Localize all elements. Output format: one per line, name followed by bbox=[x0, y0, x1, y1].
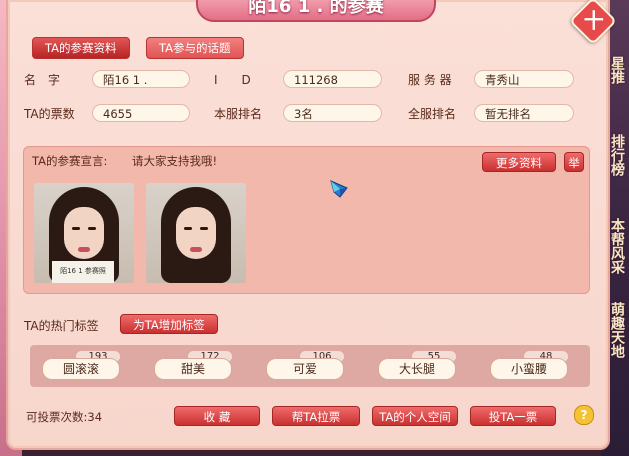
photo-eye bbox=[88, 227, 96, 230]
remaining-votes: 可投票次数:34 bbox=[26, 410, 103, 424]
tag-chip[interactable]: 圆滚滚 bbox=[42, 358, 120, 380]
server-field: 青秀山 bbox=[474, 70, 574, 88]
photo-card: 陌16 1 参赛照 bbox=[52, 261, 114, 283]
tag-chip[interactable]: 甜美 bbox=[154, 358, 232, 380]
help-icon[interactable]: ? bbox=[574, 405, 594, 425]
close-button[interactable]: 十 bbox=[568, 0, 618, 46]
tab-topics[interactable]: TA参与的话题 bbox=[146, 37, 244, 59]
contest-photo-1[interactable]: 陌16 1 参赛照 bbox=[34, 183, 134, 283]
tag-chip[interactable]: 小蛮腰 bbox=[490, 358, 568, 380]
more-info-button[interactable]: 更多资料 bbox=[482, 152, 556, 172]
declaration-label: TA的参赛宣言: bbox=[32, 154, 108, 168]
close-icon: 十 bbox=[583, 8, 604, 33]
gem-cursor-icon bbox=[330, 180, 348, 198]
photo-lip bbox=[190, 247, 202, 252]
add-tag-button[interactable]: 为TA增加标签 bbox=[120, 314, 218, 334]
contest-photo-2[interactable] bbox=[146, 183, 246, 283]
tags-row: 193 圆滚滚 172 甜美 106 可爱 55 大长腿 48 小蛮腰 bbox=[30, 345, 590, 387]
server-label: 服 务 器 bbox=[408, 73, 452, 87]
name-label: 名 字 bbox=[24, 73, 61, 87]
global-rank-label: 全服排名 bbox=[408, 107, 457, 121]
canvass-button[interactable]: 帮TA拉票 bbox=[272, 406, 360, 426]
id-label: I D bbox=[214, 73, 251, 87]
global-rank-field: 暂无排名 bbox=[474, 104, 574, 122]
favorite-button[interactable]: 收 藏 bbox=[174, 406, 260, 426]
tab-contest-profile[interactable]: TA的参赛资料 bbox=[32, 37, 130, 59]
server-rank-label: 本服排名 bbox=[214, 107, 263, 121]
vote-button[interactable]: 投TA一票 bbox=[470, 406, 556, 426]
id-field: 111268 bbox=[283, 70, 382, 88]
photo-eye bbox=[184, 227, 192, 230]
name-field: 陌16 1 . bbox=[92, 70, 190, 88]
photo-eye bbox=[200, 227, 208, 230]
personal-space-button[interactable]: TA的个人空间 bbox=[372, 406, 458, 426]
report-button[interactable]: 举 bbox=[564, 152, 584, 172]
contest-profile-panel: 陌16 1 . 的参赛 十 TA的参赛资料 TA参与的话题 名 字 陌16 1 … bbox=[6, 0, 618, 450]
votes-field: 4655 bbox=[92, 104, 190, 122]
server-rank-field: 3名 bbox=[283, 104, 382, 122]
tag-chip[interactable]: 可爱 bbox=[266, 358, 344, 380]
photo-eye bbox=[72, 227, 80, 230]
declaration-text: 请大家支持我哦! bbox=[132, 154, 218, 168]
votes-label: TA的票数 bbox=[24, 107, 75, 121]
photo-lip bbox=[78, 247, 90, 252]
window-title: 陌16 1 . 的参赛 bbox=[196, 0, 436, 22]
declaration-box: TA的参赛宣言: 请大家支持我哦! 更多资料 举 陌16 1 参赛照 bbox=[23, 146, 590, 294]
tags-label: TA的热门标签 bbox=[24, 319, 99, 333]
tag-chip[interactable]: 大长腿 bbox=[378, 358, 456, 380]
